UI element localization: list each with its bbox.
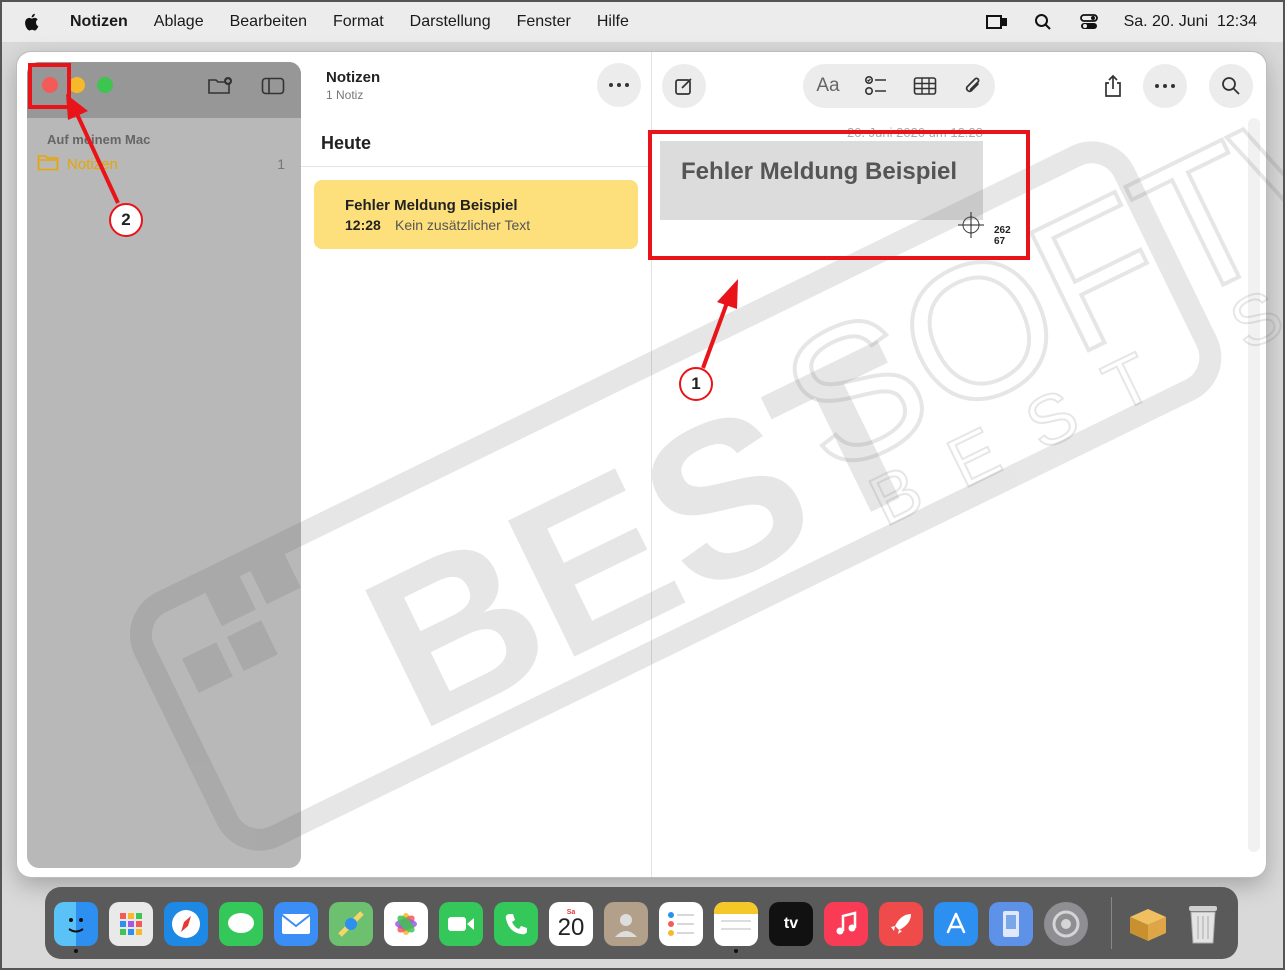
facetime-icon[interactable] [439, 902, 483, 946]
note-item-preview: Kein zusätzlicher Text [395, 217, 531, 233]
editor-more-button[interactable] [1143, 64, 1187, 108]
minimize-window-button[interactable] [69, 77, 85, 93]
rocket-icon[interactable] [879, 902, 923, 946]
calendar-day: 20 [557, 913, 585, 941]
note-list-pane: Notizen 1 Notiz Heute Fehler Meldung Bei… [301, 52, 652, 877]
annotation-number-2: 2 [109, 203, 143, 237]
note-list-item[interactable]: Fehler Meldung Beispiel 12:28 Kein zusät… [314, 180, 638, 249]
ellipsis-icon [1155, 84, 1175, 88]
dock-separator [1111, 897, 1112, 949]
apple-icon[interactable] [20, 12, 44, 32]
menu-clock[interactable]: Sa. 20. Juni 12:34 [1124, 13, 1257, 31]
menu-hilfe[interactable]: Hilfe [597, 13, 629, 31]
spotlight-search-icon[interactable] [1032, 11, 1054, 33]
annotation-highlight-close [28, 63, 71, 109]
reminders-icon[interactable] [659, 902, 703, 946]
new-folder-icon[interactable] [207, 75, 233, 97]
checklist-icon[interactable] [861, 71, 891, 101]
messages-icon[interactable] [219, 902, 263, 946]
menu-app-name[interactable]: Notizen [70, 13, 128, 31]
app-store-icon[interactable] [934, 902, 978, 946]
menu-format[interactable]: Format [333, 13, 384, 31]
search-button[interactable] [1209, 64, 1253, 108]
notes-window: Auf meinem Mac Notizen 1 Notizen 1 Notiz… [17, 52, 1266, 877]
list-section-heading: Heute [321, 133, 372, 153]
notes-app-icon[interactable] [714, 902, 758, 946]
launchpad-icon[interactable] [109, 902, 153, 946]
share-icon[interactable] [1098, 71, 1128, 101]
mail-icon[interactable] [274, 902, 318, 946]
music-icon[interactable] [824, 902, 868, 946]
zoom-window-button[interactable] [97, 77, 113, 93]
dock: Sa 20 tv [45, 887, 1238, 959]
list-divider [301, 166, 651, 167]
sidebar-folder-count: 1 [277, 156, 285, 172]
package-icon[interactable] [1126, 902, 1170, 946]
notes-running-indicator [734, 949, 738, 953]
folder-icon [37, 153, 59, 176]
text-format-button[interactable]: Aa [813, 71, 843, 101]
contacts-icon[interactable] [604, 902, 648, 946]
sidebar: Auf meinem Mac Notizen 1 [27, 62, 301, 868]
list-more-button[interactable] [597, 63, 641, 107]
attachment-paperclip-icon[interactable] [958, 71, 988, 101]
menu-ablage[interactable]: Ablage [154, 13, 204, 31]
trash-icon[interactable] [1181, 902, 1225, 946]
menu-fenster[interactable]: Fenster [517, 13, 571, 31]
menu-bearbeiten[interactable]: Bearbeiten [230, 13, 307, 31]
screen-mirroring-icon[interactable] [985, 11, 1008, 33]
tv-label: tv [783, 915, 799, 932]
note-item-title: Fehler Meldung Beispiel [345, 197, 518, 214]
sidebar-section-label: Auf meinem Mac [47, 132, 151, 147]
finder-running-indicator [74, 949, 78, 953]
control-center-icon[interactable] [1078, 11, 1100, 33]
phone-icon[interactable] [494, 902, 538, 946]
sidebar-item-notizen[interactable]: Notizen 1 [37, 149, 295, 179]
annotation-number-1: 1 [679, 367, 713, 401]
compose-icon [675, 78, 692, 95]
table-icon[interactable] [910, 71, 940, 101]
menu-darstellung[interactable]: Darstellung [410, 13, 491, 31]
safari-icon[interactable] [164, 902, 208, 946]
menu-bar: Notizen Ablage Bearbeiten Format Darstel… [2, 2, 1283, 42]
system-preferences-icon[interactable] [1044, 902, 1088, 946]
sidebar-folder-name: Notizen [67, 155, 118, 173]
preview-icon[interactable] [989, 902, 1033, 946]
search-icon [1222, 77, 1240, 95]
toggle-sidebar-icon[interactable] [260, 75, 286, 97]
maps-icon[interactable] [329, 902, 373, 946]
ellipsis-icon [609, 83, 629, 87]
apple-tv-icon[interactable]: tv [769, 902, 813, 946]
list-title: Notizen [326, 69, 381, 86]
editor-scrollbar[interactable] [1248, 118, 1260, 852]
annotation-highlight-note [648, 130, 1030, 260]
new-note-button[interactable] [662, 64, 706, 108]
note-item-time: 12:28 [345, 217, 381, 233]
finder-icon[interactable] [54, 902, 98, 946]
calendar-icon[interactable]: Sa 20 [549, 902, 593, 946]
list-subtitle: 1 Notiz [326, 88, 364, 102]
photos-icon[interactable] [384, 902, 428, 946]
